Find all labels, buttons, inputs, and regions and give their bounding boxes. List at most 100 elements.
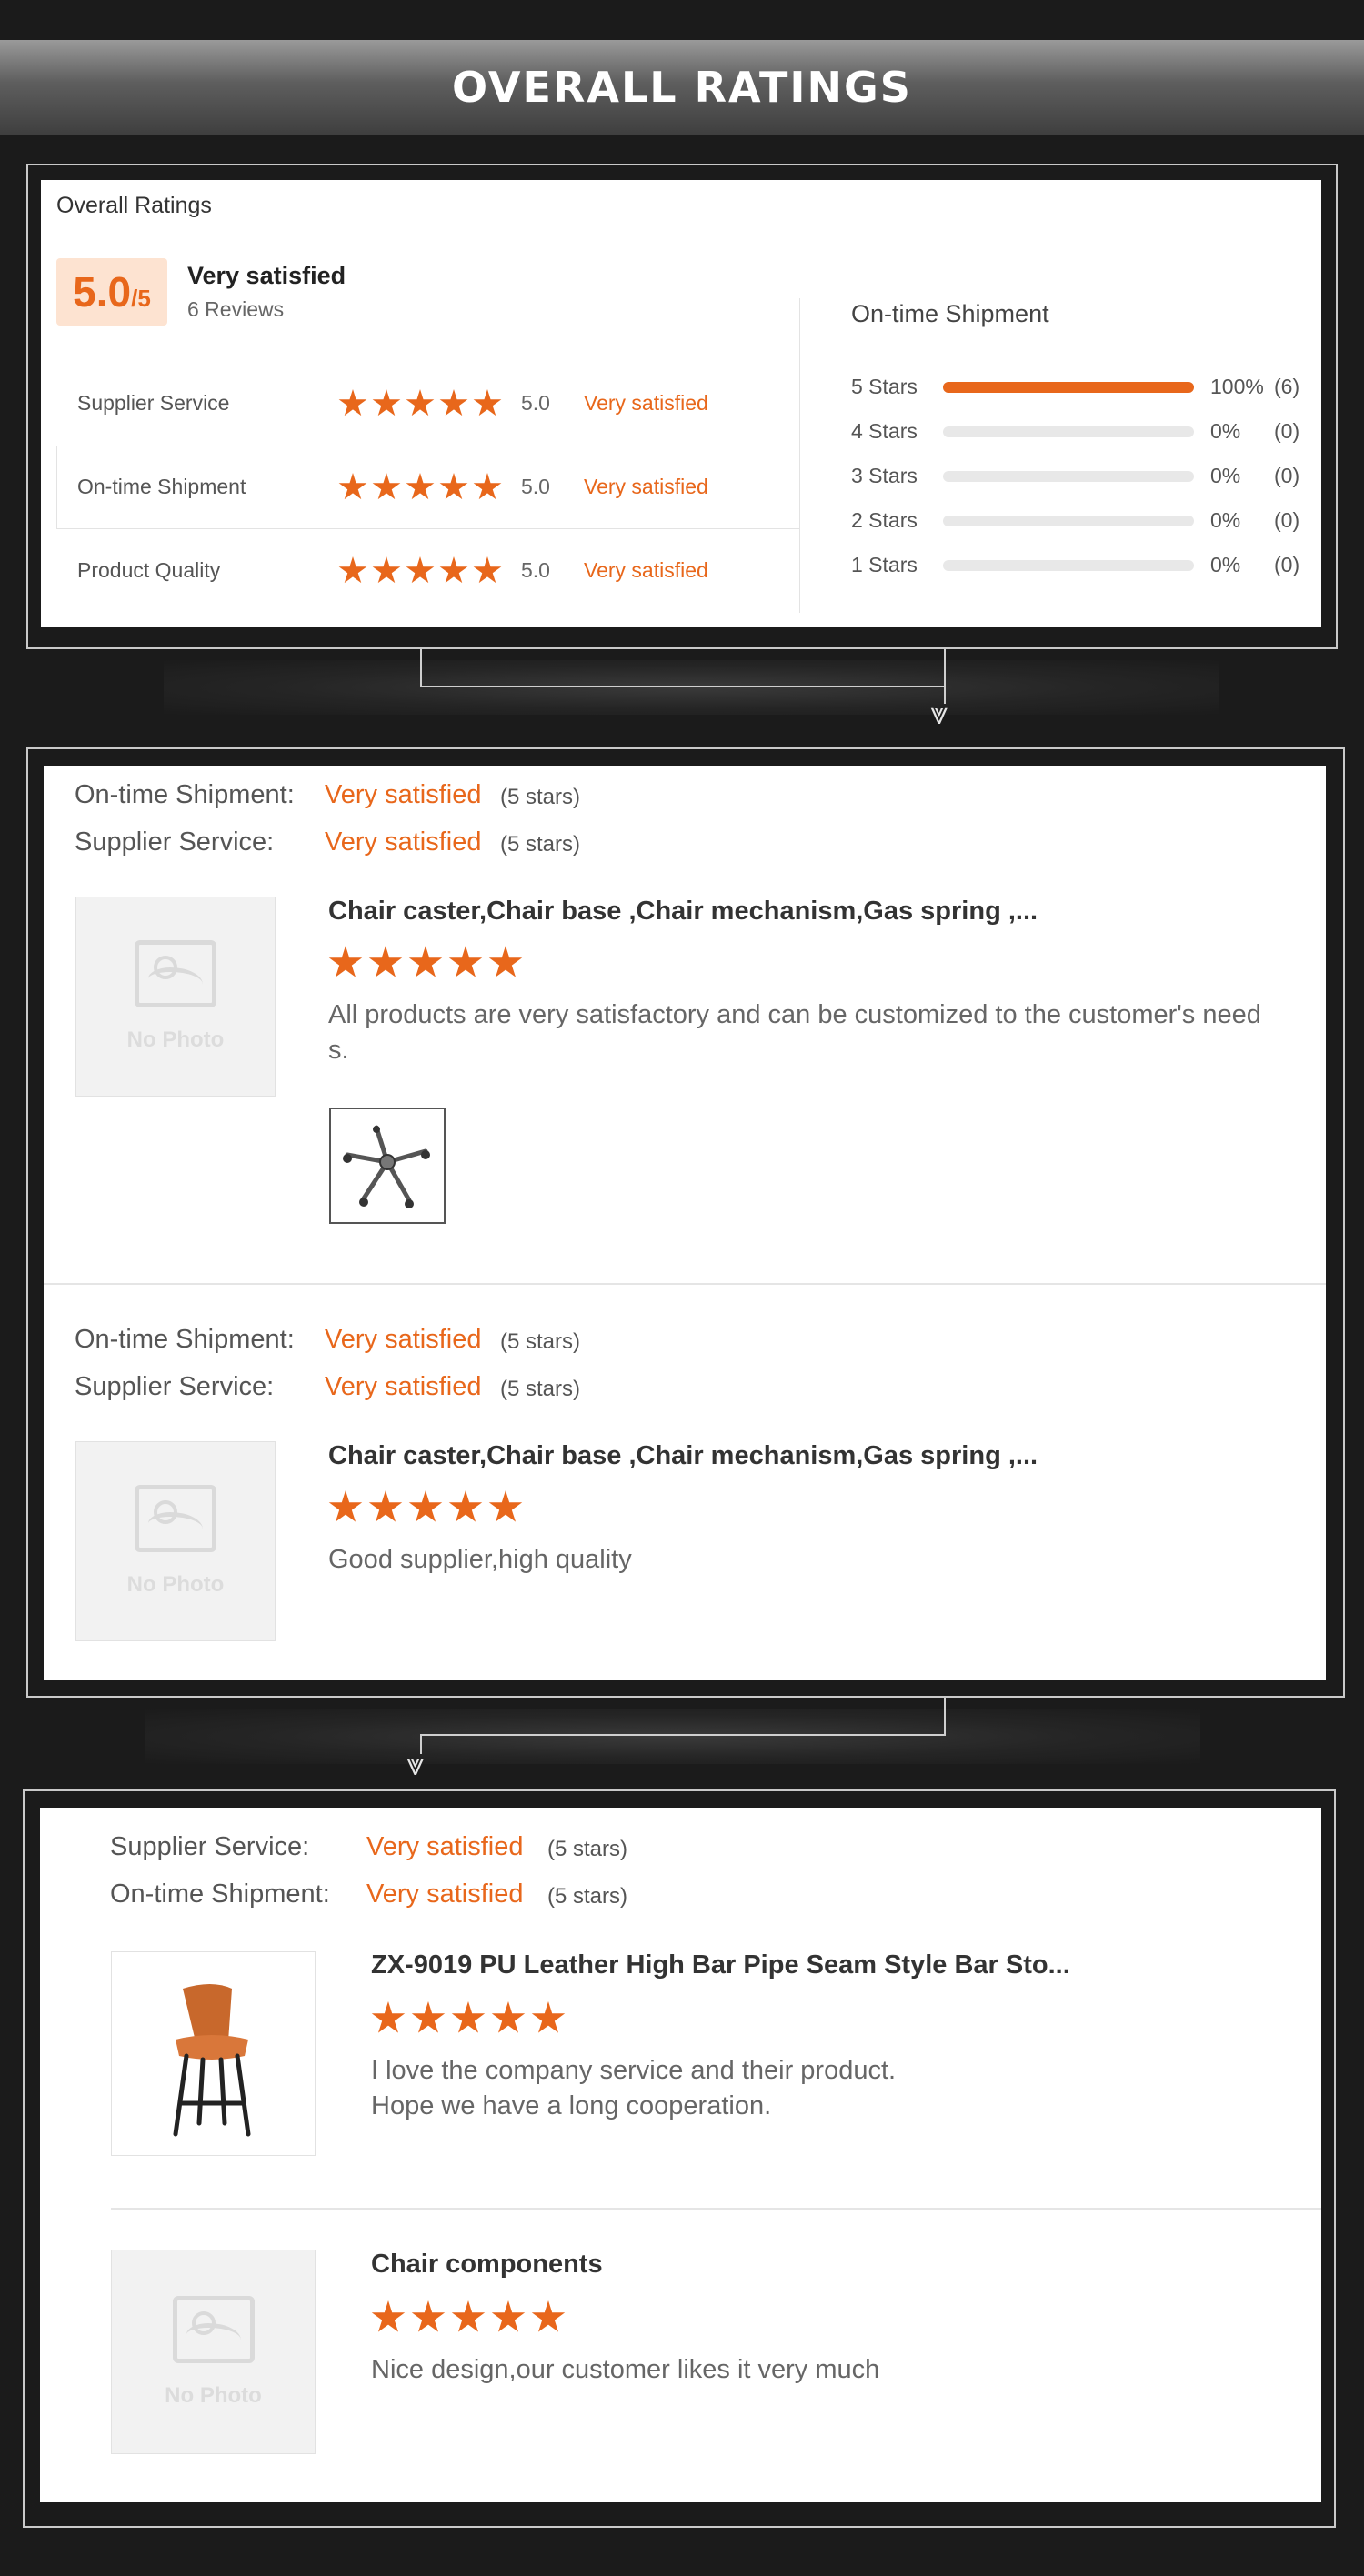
page-title: OVERALL RATINGS xyxy=(452,63,912,112)
image-placeholder-icon xyxy=(135,940,216,1007)
review-comment: Good supplier,high quality xyxy=(328,1545,632,1574)
review-criteria-value: Very satisfied xyxy=(366,1832,524,1861)
star-icon xyxy=(338,473,367,500)
star-icon xyxy=(328,1490,363,1522)
category-value: 5.0 xyxy=(521,475,550,498)
star-icon xyxy=(372,389,401,416)
review-comment-line: Hope we have a long cooperation. xyxy=(371,2091,772,2120)
star-icon xyxy=(368,946,403,977)
review-criteria-label: On-time Shipment: xyxy=(75,1325,295,1354)
no-photo-label: No Photo xyxy=(126,1572,225,1597)
review-comment: Nice design,our customer likes it very m… xyxy=(371,2355,880,2384)
star-icon xyxy=(411,2300,446,2332)
review-criteria-label: Supplier Service: xyxy=(75,1372,275,1401)
breakdown-count: (0) xyxy=(1274,464,1300,487)
star-icon xyxy=(371,2300,406,2332)
star-icon xyxy=(448,1490,483,1522)
star-icon xyxy=(488,946,523,977)
breakdown-bar xyxy=(943,516,1194,526)
review-criteria-label: Supplier Service: xyxy=(110,1832,310,1861)
vertical-divider xyxy=(799,298,800,613)
connector-line xyxy=(420,649,946,687)
breakdown-label: 1 Stars xyxy=(851,553,918,576)
review-criteria-value: Very satisfied xyxy=(325,827,482,857)
breakdown-count: (0) xyxy=(1274,508,1300,532)
star-icon xyxy=(531,2300,566,2332)
review-photo-thumbnail[interactable] xyxy=(329,1108,446,1224)
star-icon xyxy=(372,556,401,584)
review-stars xyxy=(371,2300,566,2335)
review-criteria-label: On-time Shipment: xyxy=(110,1879,330,1909)
connector-line xyxy=(420,1734,946,1736)
review-criteria-stars: (5 stars) xyxy=(500,832,581,857)
review-criteria-label: On-time Shipment: xyxy=(75,780,295,809)
product-title-link[interactable]: Chair caster,Chair base ,Chair mechanism… xyxy=(328,1441,1038,1471)
breakdown-label: 3 Stars xyxy=(851,464,918,487)
review-criteria-value: Very satisfied xyxy=(325,1372,482,1401)
review-criteria-value: Very satisfied xyxy=(325,1325,482,1354)
review-criteria-stars: (5 stars) xyxy=(547,1884,628,1909)
arrow-down-icon: ⩔ xyxy=(406,1747,425,1783)
category-label: On-time Shipment xyxy=(77,475,246,498)
breakdown-bar xyxy=(943,382,1194,393)
breakdown-title: On-time Shipment xyxy=(851,300,1049,327)
review-comment-line: I love the company service and their pro… xyxy=(371,2056,897,2085)
review-criteria-stars: (5 stars) xyxy=(500,1377,581,1401)
chair-base-icon xyxy=(343,1125,430,1208)
star-icon xyxy=(368,1490,403,1522)
product-title-link[interactable]: Chair components xyxy=(371,2250,603,2280)
star-icon xyxy=(439,389,468,416)
product-image-placeholder: No Photo xyxy=(75,897,276,1097)
review-criteria-stars: (5 stars) xyxy=(547,1837,628,1861)
star-icon xyxy=(473,389,502,416)
review-stars xyxy=(328,1490,523,1525)
star-icon xyxy=(488,1490,523,1522)
overall-heading: Overall Ratings xyxy=(56,193,212,218)
review-criteria-label: Supplier Service: xyxy=(75,827,275,857)
star-icon xyxy=(451,2001,486,2033)
star-icon xyxy=(371,2001,406,2033)
star-icon xyxy=(491,2300,526,2332)
category-label: Product Quality xyxy=(77,558,221,582)
score-badge: 5.0 /5 xyxy=(56,258,167,326)
product-image[interactable] xyxy=(111,1951,316,2156)
score-suffix: /5 xyxy=(131,285,151,312)
breakdown-count: (0) xyxy=(1274,419,1300,443)
star-icon xyxy=(338,556,367,584)
breakdown-count: (6) xyxy=(1274,375,1300,398)
category-value: 5.0 xyxy=(521,558,550,582)
star-icon xyxy=(408,1490,443,1522)
category-sentiment: Very satisfied xyxy=(584,391,708,415)
review-stars xyxy=(328,946,523,980)
review-comment: I love the company service and their pro… xyxy=(371,2053,896,2124)
breakdown-percent: 100% xyxy=(1210,375,1264,398)
breakdown-count: (0) xyxy=(1274,553,1300,576)
category-label: Supplier Service xyxy=(77,391,230,415)
breakdown-percent: 0% xyxy=(1210,553,1241,576)
review-criteria-value: Very satisfied xyxy=(325,780,482,809)
category-value: 5.0 xyxy=(521,391,550,415)
breakdown-label: 2 Stars xyxy=(851,508,918,532)
image-placeholder-icon xyxy=(135,1485,216,1552)
no-photo-label: No Photo xyxy=(165,2382,262,2408)
no-photo-label: No Photo xyxy=(126,1027,225,1052)
product-title-link[interactable]: Chair caster,Chair base ,Chair mechanism… xyxy=(328,897,1038,927)
star-icon xyxy=(328,946,363,977)
breakdown-percent: 0% xyxy=(1210,464,1241,487)
score-value: 5.0 xyxy=(73,268,132,316)
star-icon xyxy=(451,2300,486,2332)
category-stars xyxy=(338,473,502,502)
star-icon xyxy=(406,389,435,416)
category-stars xyxy=(338,389,502,418)
star-icon xyxy=(411,2001,446,2033)
header-banner: OVERALL RATINGS xyxy=(0,40,1364,135)
breakdown-percent: 0% xyxy=(1210,419,1241,443)
star-icon xyxy=(491,2001,526,2033)
review-divider xyxy=(111,2208,1321,2210)
category-sentiment: Very satisfied xyxy=(584,475,708,498)
product-image-placeholder: No Photo xyxy=(75,1441,276,1641)
product-title-link[interactable]: ZX-9019 PU Leather High Bar Pipe Seam St… xyxy=(371,1950,1070,1980)
breakdown-label: 5 Stars xyxy=(851,375,918,398)
image-placeholder-icon xyxy=(172,2295,255,2363)
breakdown-percent: 0% xyxy=(1210,508,1241,532)
